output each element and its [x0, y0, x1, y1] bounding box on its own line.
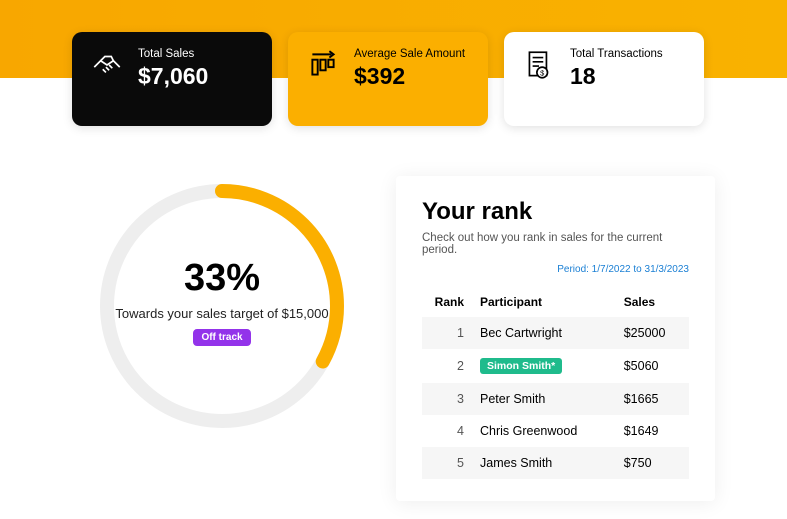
cell-sales: $1649: [616, 415, 689, 447]
rank-panel: Your rank Check out how you rank in sale…: [396, 176, 715, 501]
col-sales: Sales: [616, 287, 689, 317]
card-total-sales: Total Sales $7,060: [72, 32, 272, 126]
progress-percent: 33%: [92, 257, 352, 300]
bars-icon: [306, 48, 340, 82]
card-label: Total Sales: [138, 48, 208, 60]
card-label: Average Sale Amount: [354, 48, 465, 60]
table-row: 2 Simon Smith* $5060: [422, 349, 689, 383]
card-transactions: $ Total Transactions 18: [504, 32, 704, 126]
cell-rank: 4: [422, 415, 472, 447]
progress-subtitle: Towards your sales target of $15,000: [92, 306, 352, 321]
cell-rank: 5: [422, 447, 472, 479]
card-value: $392: [354, 63, 465, 90]
table-row: 1Bec Cartwright$25000: [422, 317, 689, 349]
rank-title: Your rank: [422, 198, 689, 226]
rank-subtitle: Check out how you rank in sales for the …: [422, 232, 689, 256]
rank-period: Period: 1/7/2022 to 31/3/2023: [422, 264, 689, 275]
receipt-icon: $: [522, 48, 556, 82]
cell-participant: Simon Smith*: [472, 349, 616, 383]
cell-sales: $1665: [616, 383, 689, 415]
rank-table: Rank Participant Sales 1Bec Cartwright$2…: [422, 287, 689, 479]
cell-rank: 2: [422, 349, 472, 383]
card-label: Total Transactions: [570, 48, 663, 60]
cell-participant: Chris Greenwood: [472, 415, 616, 447]
sales-target-progress: 33% Towards your sales target of $15,000…: [72, 176, 372, 501]
current-user-badge: Simon Smith*: [480, 358, 562, 374]
handshake-icon: [90, 48, 124, 82]
status-badge: Off track: [193, 329, 250, 346]
card-value: 18: [570, 63, 663, 90]
cell-sales: $5060: [616, 349, 689, 383]
card-avg-sale: Average Sale Amount $392: [288, 32, 488, 126]
card-value: $7,060: [138, 63, 208, 90]
cell-sales: $25000: [616, 317, 689, 349]
col-participant: Participant: [472, 287, 616, 317]
cell-rank: 1: [422, 317, 472, 349]
cell-rank: 3: [422, 383, 472, 415]
cell-participant: Peter Smith: [472, 383, 616, 415]
summary-cards: Total Sales $7,060 Average Sale Amount $…: [72, 32, 715, 126]
cell-participant: Bec Cartwright: [472, 317, 616, 349]
cell-participant: James Smith: [472, 447, 616, 479]
table-row: 3Peter Smith$1665: [422, 383, 689, 415]
table-row: 5James Smith$750: [422, 447, 689, 479]
col-rank: Rank: [422, 287, 472, 317]
table-row: 4Chris Greenwood$1649: [422, 415, 689, 447]
cell-sales: $750: [616, 447, 689, 479]
